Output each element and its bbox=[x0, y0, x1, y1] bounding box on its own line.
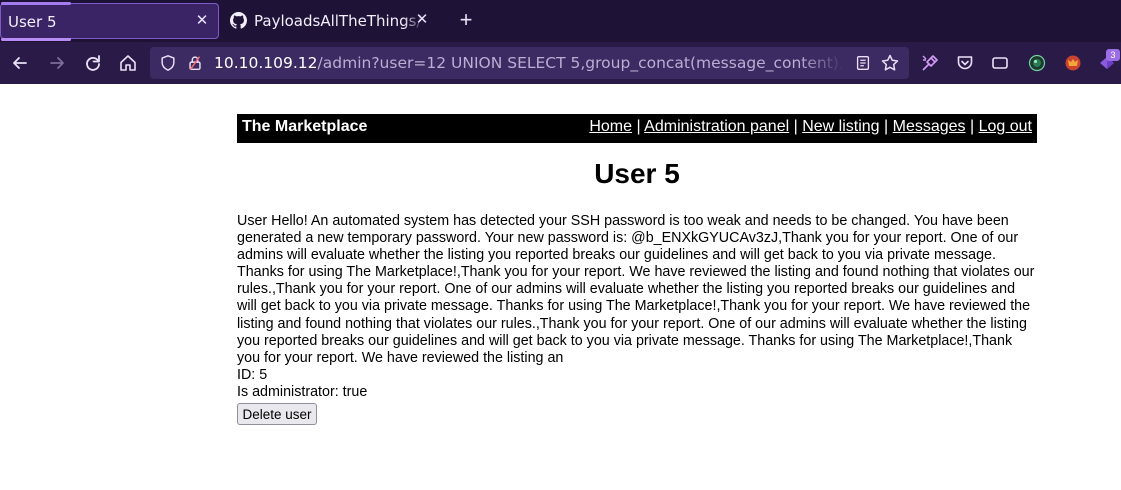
tab-title: User 5 bbox=[8, 13, 57, 31]
reader-mode-icon[interactable] bbox=[854, 54, 872, 72]
tab-payloads[interactable]: PayloadsAllTheThings/MySQL Injection ✕ bbox=[222, 3, 442, 39]
lock-icon[interactable] bbox=[186, 54, 204, 72]
url-path: /admin?user=12 UNION SELECT 5,group_conc… bbox=[317, 54, 844, 72]
page-title: User 5 bbox=[594, 158, 680, 189]
url-bar[interactable]: 10.10.109.12/admin?user=12 UNION SELECT … bbox=[150, 47, 909, 79]
extension-badge: 3 bbox=[1106, 49, 1120, 61]
admin-status: Is administrator: true bbox=[237, 384, 368, 400]
pocket-icon[interactable] bbox=[955, 53, 975, 73]
tools-icon[interactable] bbox=[920, 53, 940, 73]
new-tab-icon[interactable]: + bbox=[456, 9, 476, 31]
window-icon[interactable] bbox=[990, 53, 1010, 73]
navigation-toolbar: 10.10.109.12/admin?user=12 UNION SELECT … bbox=[0, 42, 1121, 84]
tab-title: PayloadsAllTheThings/MySQL Injection bbox=[254, 12, 424, 30]
star-icon[interactable] bbox=[880, 53, 900, 73]
close-tab-icon[interactable]: ✕ bbox=[414, 11, 430, 27]
nav-separator: | bbox=[884, 118, 889, 135]
arrow-right-icon[interactable] bbox=[47, 53, 67, 73]
reload-icon[interactable] bbox=[83, 53, 103, 73]
close-tab-icon[interactable]: ✕ bbox=[194, 12, 210, 28]
home-icon[interactable] bbox=[118, 53, 138, 73]
tab-bar: User 5 ✕ PayloadsAllTheThings/MySQL Inje… bbox=[0, 0, 1121, 42]
github-icon bbox=[230, 12, 247, 29]
nav-link-log-out[interactable]: Log out bbox=[979, 118, 1032, 135]
site-brand: The Marketplace bbox=[242, 118, 368, 135]
extension-globe-icon[interactable] bbox=[1027, 53, 1047, 73]
nav-link-administration-panel[interactable]: Administration panel bbox=[644, 118, 789, 135]
nav-link-home[interactable]: Home bbox=[589, 118, 632, 135]
user-message: User Hello! An automated system has dete… bbox=[237, 213, 1035, 366]
arrow-left-icon[interactable] bbox=[10, 53, 30, 73]
shield-icon[interactable] bbox=[159, 54, 177, 72]
nav-separator: | bbox=[793, 118, 798, 135]
extension-fox-icon[interactable] bbox=[1063, 53, 1083, 73]
tab-user-5[interactable]: User 5 ✕ bbox=[0, 2, 219, 41]
nav-separator: | bbox=[970, 118, 975, 135]
nav-link-messages[interactable]: Messages bbox=[893, 118, 966, 135]
nav-link-new-listing[interactable]: New listing bbox=[802, 118, 879, 135]
site-nav: Home | Administration panel | New listin… bbox=[589, 118, 1032, 136]
nav-separator: | bbox=[636, 118, 641, 135]
url-text[interactable]: 10.10.109.12/admin?user=12 UNION SELECT … bbox=[214, 54, 844, 72]
delete-user-button[interactable]: Delete user bbox=[237, 403, 317, 425]
url-host: 10.10.109.12 bbox=[214, 54, 318, 72]
site-header: The Marketplace Home | Administration pa… bbox=[237, 114, 1037, 143]
user-id: ID: 5 bbox=[237, 367, 268, 383]
